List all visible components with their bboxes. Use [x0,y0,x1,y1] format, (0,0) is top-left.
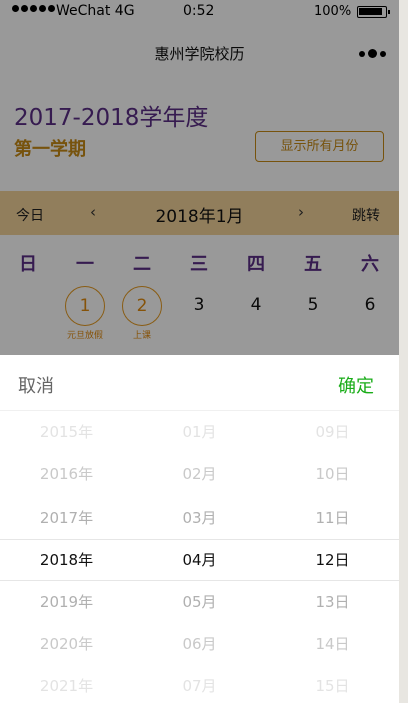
picker-option[interactable]: 03月 [133,497,266,539]
picker-option[interactable]: 02月 [133,453,266,495]
date-column[interactable]: 09日 10日 11日 12日 13日 14日 15日 [266,411,399,703]
picker-option[interactable]: 14日 [266,623,399,665]
picker-option[interactable]: 13日 [266,581,399,623]
picker-option[interactable]: 2016年 [0,453,133,495]
picker-option[interactable]: 11日 [266,497,399,539]
picker-option[interactable]: 07月 [133,665,266,703]
picker-header: 取消 确定 [0,355,399,411]
picker-option[interactable]: 04月 [133,539,266,581]
picker-option[interactable]: 2020年 [0,623,133,665]
date-picker-sheet: 取消 确定 2015年 2016年 2017年 2018年 2019年 2020年 2021… [0,355,399,703]
picker-option[interactable]: 06月 [133,623,266,665]
app-frame: WeChat 4G 0:52 100% 惠州学院校历 2017-2018学年度 … [0,0,399,703]
picker-option[interactable]: 2021年 [0,665,133,703]
right-edge-strip [399,0,408,703]
picker-option[interactable]: 01月 [133,411,266,453]
year-column[interactable]: 2015年 2016年 2017年 2018年 2019年 2020年 2021年 [0,411,133,703]
month-column[interactable]: 01月 02月 03月 04月 05月 06月 07月 [133,411,266,703]
picker-option[interactable]: 2015年 [0,411,133,453]
picker-option[interactable]: 05月 [133,581,266,623]
cancel-button[interactable]: 取消 [18,372,54,398]
picker-option[interactable]: 2019年 [0,581,133,623]
picker-option[interactable]: 15日 [266,665,399,703]
picker-option[interactable]: 2018年 [0,539,133,581]
confirm-button[interactable]: 确定 [338,372,374,398]
picker-option[interactable]: 09日 [266,411,399,453]
picker-option[interactable]: 10日 [266,453,399,495]
picker-option[interactable]: 12日 [266,539,399,581]
picker-option[interactable]: 2017年 [0,497,133,539]
